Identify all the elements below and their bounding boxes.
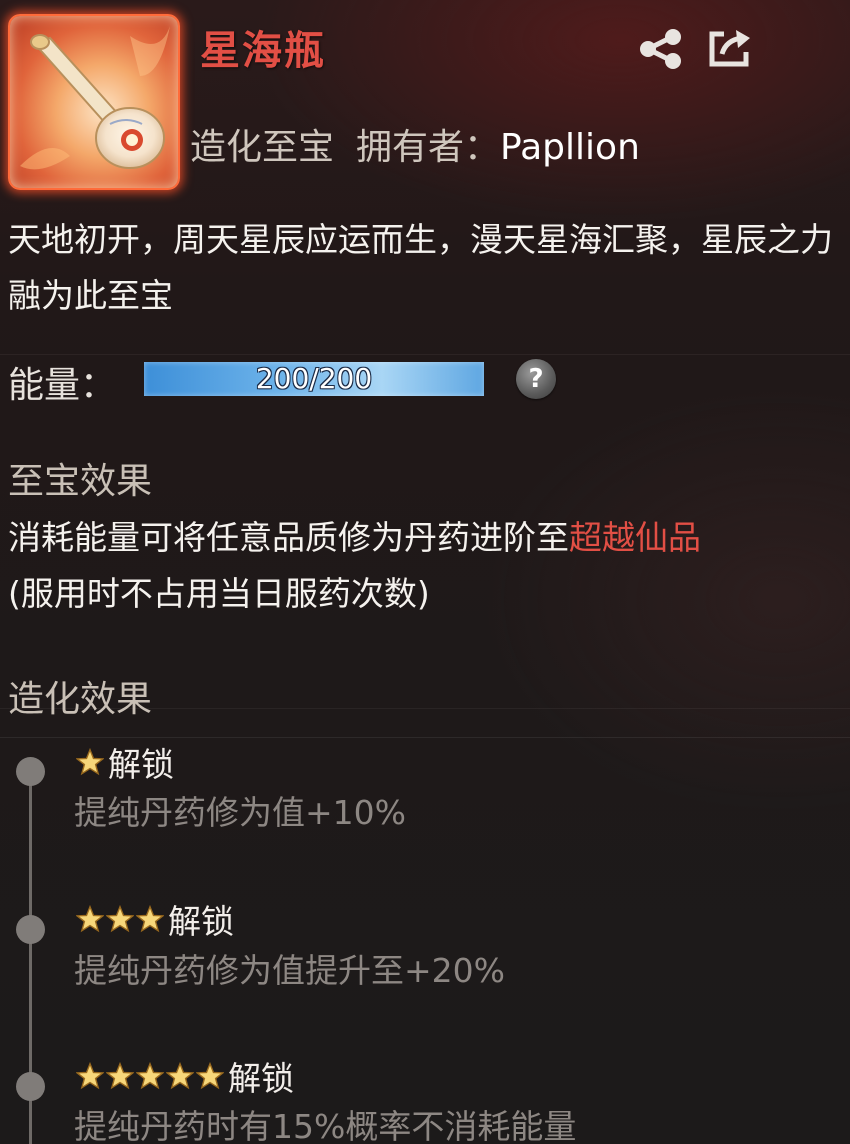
- star-rating: [76, 905, 166, 933]
- star-rating: [76, 1062, 226, 1090]
- unlock-label: 解锁: [228, 1059, 294, 1098]
- star-icon: [76, 1062, 104, 1090]
- treasure-effect-note: (服用时不占用当日服药次数): [8, 574, 430, 613]
- share-icon[interactable]: [636, 28, 686, 70]
- star-rating: [76, 748, 106, 776]
- item-description: 天地初开，周天星辰应运而生，漫天星海汇聚，星辰之力融为此至宝: [8, 220, 833, 315]
- export-icon[interactable]: [706, 26, 754, 70]
- unlock-description: 提纯丹药时有15%概率不消耗能量: [74, 1107, 577, 1144]
- item-name: 星海瓶: [200, 28, 326, 74]
- star-icon: [196, 1062, 224, 1090]
- star-icon: [106, 1062, 134, 1090]
- help-icon[interactable]: ?: [516, 359, 556, 399]
- star-icon: [136, 1062, 164, 1090]
- energy-label: 能量：: [8, 365, 117, 406]
- owner-name: Papllion: [500, 127, 640, 168]
- unlock-row: 解锁: [76, 895, 234, 943]
- energy-value: 200/200: [255, 362, 373, 395]
- star-icon: [166, 1062, 194, 1090]
- grade-owner-line: 造化至宝 拥有者：Papllion: [190, 118, 640, 170]
- star-icon: [106, 905, 134, 933]
- treasure-effect-text: 消耗能量可将任意品质修为丹药进阶至超越仙品 (服用时不占用当日服药次数): [8, 510, 844, 622]
- timeline-dot: [16, 757, 45, 786]
- treasure-effect-text-main: 消耗能量可将任意品质修为丹药进阶至: [8, 518, 569, 557]
- star-icon: [76, 748, 104, 776]
- timeline-dot: [16, 915, 45, 944]
- star-sea-bottle-icon: [8, 14, 180, 190]
- star-icon: [136, 905, 164, 933]
- energy-bar: 200/200: [144, 362, 484, 396]
- divider: [0, 354, 850, 355]
- treasure-effect-highlight: 超越仙品: [569, 518, 701, 557]
- owner-label: 拥有者：: [356, 127, 501, 168]
- unlock-row: 解锁: [76, 738, 174, 786]
- star-icon: [76, 905, 104, 933]
- unlock-description: 提纯丹药修为值+10%: [74, 793, 406, 832]
- item-grade: 造化至宝: [190, 127, 335, 168]
- treasure-effect-title: 至宝效果: [8, 461, 153, 502]
- creation-effect-title: 造化效果: [8, 679, 153, 720]
- unlock-label: 解锁: [108, 745, 174, 784]
- timeline-dot: [16, 1072, 45, 1101]
- unlock-row: 解锁: [76, 1052, 294, 1100]
- unlock-label: 解锁: [168, 902, 234, 941]
- unlock-description: 提纯丹药修为值提升至+20%: [74, 951, 505, 990]
